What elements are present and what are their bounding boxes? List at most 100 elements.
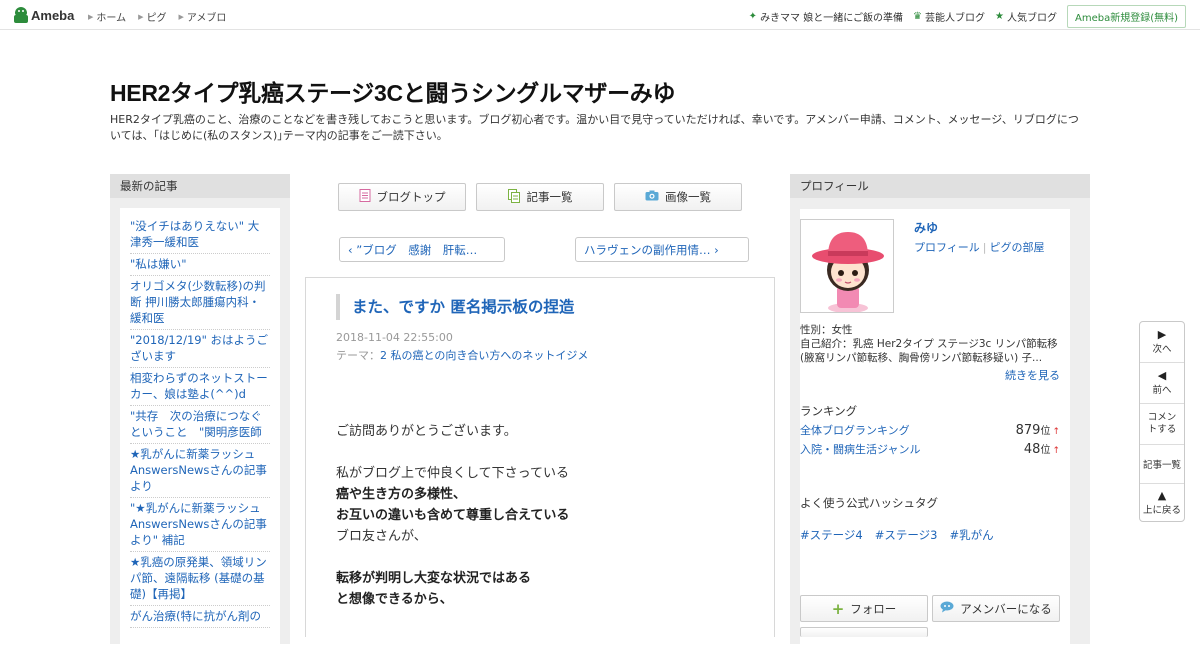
article: また、ですか 匿名掲示板の捏造 2018-11-04 22:55:00 テーマ：… <box>305 277 775 637</box>
play-left-icon: ◀ <box>1157 369 1167 382</box>
profile-content: みゆ プロフィール | ピグの部屋 性別：女性 自己紹介：乳癌 Her2タイプ ステ… <box>800 209 1070 649</box>
featured-link[interactable]: ✦ みきママ 娘と一緒にご飯の準備 <box>749 9 903 24</box>
top-right-links: ✦ みきママ 娘と一緒にご飯の準備 ♛ 芸能人ブログ ★ 人気ブログ Ameba新規登… <box>749 5 1186 28</box>
image-list-button[interactable]: 画像一覧 <box>614 183 742 211</box>
list-item[interactable]: 相変わらずのネットストーカー、娘は塾よ(^^)d <box>130 368 270 406</box>
blog-top-icon <box>359 189 371 205</box>
amember-icon <box>940 601 954 616</box>
ameba-mark-icon <box>14 7 28 23</box>
image-list-label: 画像一覧 <box>665 190 711 204</box>
chevron-right-icon: ▶ <box>138 12 144 21</box>
latest-articles-heading: 最新の記事 <box>110 174 290 198</box>
list-item[interactable]: "共存 次の治療につなぐということ "関明彦医師 <box>130 406 270 444</box>
profile-heading: プロフィール <box>790 174 1090 198</box>
more-profile-button[interactable] <box>800 627 928 637</box>
profile-name[interactable]: みゆ <box>914 219 938 236</box>
article-list-label: 記事一覧 <box>526 190 573 204</box>
list-item[interactable]: ★乳がんに新薬ラッシュ AnswersNewsさんの記事より <box>130 444 270 498</box>
prev-button[interactable]: ◀ 前へ <box>1140 363 1184 404</box>
blog-description: HER2タイプ乳癌のこと、治療のことなどを書き残しておこうと思います。ブログ初心… <box>110 113 1079 142</box>
list-item[interactable]: オリゴメタ(少数転移)の判断 押川勝太郎腫瘍内科・緩和医 <box>130 276 270 330</box>
ranking-number: 48 <box>1023 442 1041 457</box>
triangle-up-icon: ▲ <box>1157 488 1167 502</box>
article-list-float-button[interactable]: 記事一覧 <box>1140 445 1184 484</box>
article-title[interactable]: また、ですか 匿名掲示板の捏造 <box>336 294 574 320</box>
list-item[interactable]: "没イチはありえない" 大津秀一緩和医 <box>130 216 270 254</box>
comment-label: コメントする <box>1147 412 1177 435</box>
blog-top-button[interactable]: ブログトップ <box>338 183 466 211</box>
body-line: 私がブログ上で仲良くして下さっている <box>336 466 569 481</box>
next-article-link[interactable]: ハラヴェンの副作用情… › <box>575 237 749 262</box>
latest-articles-panel: 最新の記事 "没イチはありえない" 大津秀一緩和医 "私は嫌い" オリゴメタ(少… <box>110 174 290 648</box>
body-line: と想像できるから、 <box>336 589 756 610</box>
ranking-unit: 位 <box>1040 426 1051 437</box>
nav-ameblo[interactable]: ▶ アメブロ <box>178 9 227 25</box>
floating-nav: ▶ 次へ ◀ 前へ コメントする 記事一覧 ▲ 上に戻る <box>1139 321 1185 522</box>
blog-title[interactable]: HER2タイプ乳癌ステージ3Cと闘うシングルマザーみゆ <box>110 74 676 108</box>
back-to-top-label: 上に戻る <box>1142 504 1181 516</box>
ameba-logo[interactable]: Ameba <box>14 6 74 24</box>
read-more-link[interactable]: 続きを見る <box>1005 367 1060 383</box>
body-line: 癌や生き方の多様性、 <box>336 484 756 505</box>
hashtags-heading: よく使う公式ハッシュタグ <box>800 496 938 510</box>
profile-links: プロフィール | ピグの部屋 <box>914 239 1045 255</box>
body-bold-line: 癌や生き方の多様性、 <box>336 487 467 502</box>
pig-room-link[interactable]: ピグの部屋 <box>990 241 1045 254</box>
follow-button[interactable]: + フォロー <box>800 595 928 622</box>
article-list-float-label: 記事一覧 <box>1142 460 1181 471</box>
nav-home-label[interactable]: ホーム <box>96 9 126 24</box>
profile-intro: 自己紹介：乳癌 Her2タイプ ステージ3c リンパ節転移 (腋窩リンパ節転移、… <box>800 338 1058 364</box>
hashtag[interactable]: #乳がん <box>949 527 993 543</box>
list-item[interactable]: "私は嫌い" <box>130 254 270 276</box>
profile-info: 性別：女性 自己紹介：乳癌 Her2タイプ ステージ3c リンパ節転移 (腋窩リ… <box>800 323 1065 365</box>
hashtag[interactable]: #ステージ3 <box>875 527 938 543</box>
nav-home[interactable]: ▶ ホーム <box>88 9 126 25</box>
ranking-number: 879 <box>1015 423 1041 438</box>
ranking-heading: ランキング <box>800 404 858 418</box>
amember-button[interactable]: アメンバーになる <box>932 595 1060 622</box>
list-item[interactable]: ★乳癌の原発巣、領域リンパ節、遠隔転移 (基礎の基礎)【再掲】 <box>130 552 270 606</box>
theme-prefix: テーマ： <box>336 349 380 362</box>
celebrity-blog-link[interactable]: ♛ 芸能人ブログ <box>913 9 985 24</box>
nav-ameblo-label[interactable]: アメブロ <box>187 9 227 24</box>
crown-icon: ♛ <box>913 11 923 22</box>
ranking-label[interactable]: 入院・闘病生活ジャンル <box>800 441 920 457</box>
prev-article-link[interactable]: ‹ ”ブログ 感謝 肝転… <box>339 237 505 262</box>
ranking-label[interactable]: 全体ブログランキング <box>800 422 910 438</box>
hashtag[interactable]: #ステージ4 <box>800 527 863 543</box>
popular-blog-label[interactable]: 人気ブログ <box>1007 9 1057 24</box>
profile-panel: プロフィール みゆ プロフィール | ピグの部屋 性別：女性 自己紹介：乳癌 H… <box>790 174 1090 649</box>
popular-blog-link[interactable]: ★ 人気ブログ <box>995 9 1057 24</box>
top-nav: ▶ ホーム ▶ ピグ ▶ アメブロ <box>88 9 238 25</box>
article-list-icon <box>507 188 521 206</box>
article-date: 2018-11-04 22:55:00 <box>336 331 453 344</box>
star-icon: ★ <box>995 11 1004 22</box>
nav-pig-label[interactable]: ピグ <box>146 9 166 24</box>
next-button[interactable]: ▶ 次へ <box>1140 322 1184 363</box>
comment-button[interactable]: コメントする <box>1140 404 1184 445</box>
back-to-top-button[interactable]: ▲ 上に戻る <box>1140 484 1184 521</box>
article-list-button[interactable]: 記事一覧 <box>476 183 604 211</box>
play-right-icon: ▶ <box>1157 328 1167 341</box>
ranking-row: 入院・闘病生活ジャンル 48位 ↑ <box>800 441 1060 457</box>
body-line: 転移が判明し大変な状況ではある <box>336 568 756 589</box>
celebrity-blog-label[interactable]: 芸能人ブログ <box>925 9 985 24</box>
prev-label: 前へ <box>1152 385 1172 396</box>
logo-text: Ameba <box>31 7 75 23</box>
avatar[interactable] <box>800 219 894 313</box>
nav-pig[interactable]: ▶ ピグ <box>138 9 166 25</box>
list-item[interactable]: "★乳がんに新薬ラッシュ AnswersNewsさんの記事より" 補記 <box>130 498 270 552</box>
top-bar: Ameba ▶ ホーム ▶ ピグ ▶ アメブロ ✦ みきママ 娘と一緒にご飯の準備 ♛ 芸… <box>0 0 1200 30</box>
body-line: ご訪問ありがとうございます。 <box>336 424 517 439</box>
featured-link-label[interactable]: みきママ 娘と一緒にご飯の準備 <box>760 9 903 24</box>
register-button[interactable]: Ameba新規登録(無料) <box>1066 5 1186 28</box>
profile-link[interactable]: プロフィール <box>914 241 980 254</box>
list-item[interactable]: "2018/12/19" おはようございます <box>130 330 270 368</box>
divider: | <box>982 241 987 254</box>
body-line: お互いの違いも含めて尊重し合えている <box>336 505 756 526</box>
body-bold-line: と想像できるから、 <box>336 592 453 607</box>
theme-link[interactable]: 2 私の癌との向き合い方へのネットイジメ <box>380 349 588 362</box>
camera-icon <box>645 190 659 204</box>
ranking-row: 全体ブログランキング 879位 ↑ <box>800 422 1060 438</box>
list-item[interactable]: がん治療(特に抗がん剤の <box>130 606 270 628</box>
